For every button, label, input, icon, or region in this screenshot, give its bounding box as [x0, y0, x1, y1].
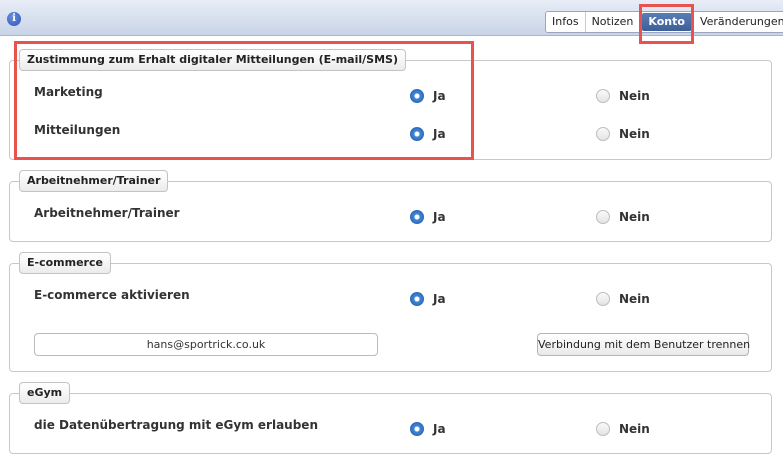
ecommerce-yes-radio[interactable] — [410, 292, 424, 306]
employee-yes-radio[interactable] — [410, 210, 424, 224]
marketing-yes-label: Ja — [433, 89, 446, 103]
marketing-no-radio[interactable] — [596, 89, 610, 103]
marketing-no-option[interactable]: Nein — [596, 89, 650, 103]
egym-section: eGym die Datenübertragung mit eGym erlau… — [9, 382, 772, 454]
ecommerce-no-label: Nein — [619, 292, 650, 306]
mitteilungen-yes-label: Ja — [433, 127, 446, 141]
employee-yes-option[interactable]: Ja — [410, 210, 446, 224]
info-icon[interactable]: i — [7, 12, 21, 26]
employee-yes-label: Ja — [433, 210, 446, 224]
egym-no-radio[interactable] — [596, 422, 610, 436]
mitteilungen-no-option[interactable]: Nein — [596, 127, 650, 141]
tab-konto[interactable]: Konto — [642, 13, 692, 31]
egym-yes-option[interactable]: Ja — [410, 422, 446, 436]
ecommerce-yes-option[interactable]: Ja — [410, 292, 446, 306]
egym-yes-label: Ja — [433, 422, 446, 436]
mitteilungen-no-radio[interactable] — [596, 127, 610, 141]
mitteilungen-yes-option[interactable]: Ja — [410, 127, 446, 141]
top-toolbar: i Infos Notizen Konto Veränderungen — [0, 0, 783, 36]
mitteilungen-label: Mitteilungen — [34, 123, 121, 137]
marketing-label: Marketing — [34, 85, 103, 99]
employee-section: Arbeitnehmer/Trainer Arbeitnehmer/Traine… — [9, 170, 772, 242]
employee-label: Arbeitnehmer/Trainer — [34, 206, 180, 220]
ecommerce-section: E-commerce E-commerce aktivieren Ja Nein… — [9, 252, 772, 372]
ecommerce-label: E-commerce aktivieren — [34, 288, 190, 302]
consent-section: Zustimmung zum Erhalt digitaler Mitteilu… — [9, 49, 772, 160]
marketing-no-label: Nein — [619, 89, 650, 103]
tab-bar: Infos Notizen Konto Veränderungen — [545, 11, 783, 33]
disconnect-user-button[interactable]: Verbindung mit dem Benutzer trennen — [537, 333, 750, 356]
employee-no-option[interactable]: Nein — [596, 210, 650, 224]
tab-infos[interactable]: Infos — [546, 12, 586, 32]
ecommerce-no-option[interactable]: Nein — [596, 292, 650, 306]
ecommerce-yes-label: Ja — [433, 292, 446, 306]
egym-no-label: Nein — [619, 422, 650, 436]
ecommerce-no-radio[interactable] — [596, 292, 610, 306]
employee-no-label: Nein — [619, 210, 650, 224]
marketing-yes-option[interactable]: Ja — [410, 89, 446, 103]
email-field[interactable]: hans@sportrick.co.uk — [34, 333, 378, 356]
mitteilungen-no-label: Nein — [619, 127, 650, 141]
consent-legend: Zustimmung zum Erhalt digitaler Mitteilu… — [19, 49, 406, 71]
tab-notizen[interactable]: Notizen — [585, 12, 641, 32]
ecommerce-legend: E-commerce — [19, 252, 111, 274]
mitteilungen-yes-radio[interactable] — [410, 127, 424, 141]
employee-legend: Arbeitnehmer/Trainer — [19, 170, 169, 192]
egym-no-option[interactable]: Nein — [596, 422, 650, 436]
egym-label: die Datenübertragung mit eGym erlauben — [34, 418, 318, 432]
tab-veraenderungen[interactable]: Veränderungen — [693, 12, 783, 32]
egym-yes-radio[interactable] — [410, 422, 424, 436]
egym-legend: eGym — [19, 382, 71, 404]
employee-no-radio[interactable] — [596, 210, 610, 224]
marketing-yes-radio[interactable] — [410, 89, 424, 103]
